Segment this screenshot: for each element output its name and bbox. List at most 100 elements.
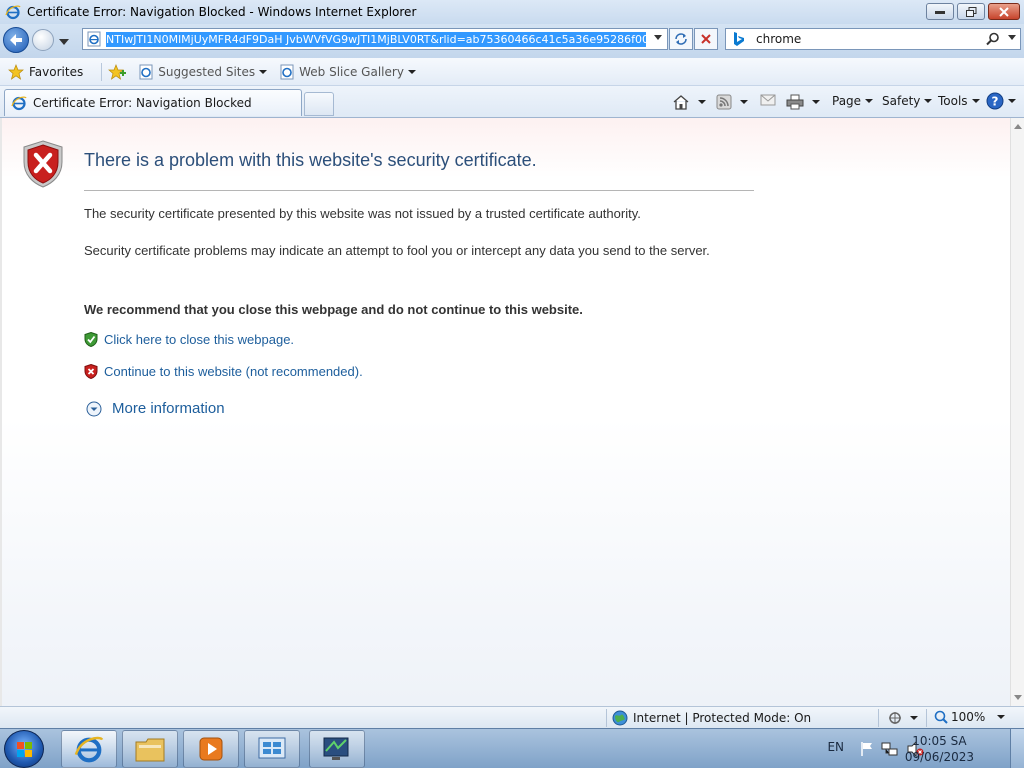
chevron-down-icon [407, 69, 416, 74]
print-button[interactable] [786, 94, 820, 110]
more-information-toggle[interactable]: More information [86, 400, 225, 417]
minimize-button[interactable] [926, 3, 954, 20]
separator [606, 709, 607, 727]
security-zone[interactable]: Internet | Protected Mode: On [612, 710, 811, 726]
refresh-icon [675, 33, 687, 45]
address-dropdown-icon[interactable] [654, 35, 662, 40]
media-player-icon [199, 737, 223, 761]
address-url[interactable]: NTIwJTI1N0MlMjUyMFR4dF9DaH JvbWVfVG9wJTI… [106, 31, 646, 47]
show-desktop-button[interactable] [1010, 729, 1024, 768]
continue-label[interactable]: Continue to this website (not recommende… [104, 364, 363, 379]
separator [926, 709, 927, 727]
ie-logo-icon [5, 5, 21, 20]
taskbar-media-player[interactable] [183, 730, 239, 768]
search-dropdown-icon[interactable] [1008, 35, 1016, 40]
chevron-down-icon [59, 39, 69, 45]
add-to-favorites-bar-button[interactable] [108, 63, 127, 80]
language-indicator[interactable]: EN [827, 740, 844, 754]
taskbar-windows-explorer[interactable] [122, 730, 178, 768]
window-title: Certificate Error: Navigation Blocked - … [27, 5, 417, 19]
vertical-scrollbar[interactable] [1010, 118, 1024, 706]
close-webpage-link[interactable]: Click here to close this webpage. [84, 332, 294, 347]
restore-button[interactable] [957, 3, 985, 20]
action-center-flag-icon[interactable] [859, 741, 875, 757]
stop-icon [701, 34, 711, 44]
tab-certificate-error[interactable]: Certificate Error: Navigation Blocked [4, 89, 302, 116]
safety-menu[interactable]: Safety [882, 94, 933, 108]
gear-globe-icon [889, 712, 901, 724]
recent-pages-dropdown[interactable] [59, 34, 69, 48]
page-title: There is a problem with this website's s… [84, 150, 537, 170]
page-menu-label: Page [832, 94, 862, 108]
address-toolbar: NTIwJTI1N0MlMjUyMFR4dF9DaH JvbWVfVG9wJTI… [0, 24, 1024, 58]
stop-button[interactable] [694, 28, 718, 50]
popup-blocker-button[interactable] [888, 711, 918, 725]
back-arrow-icon [10, 34, 22, 46]
chevron-down-icon [910, 716, 918, 720]
recommendation-text: We recommend that you close this webpage… [84, 302, 583, 317]
zoom-level: 100% [951, 710, 986, 724]
taskbar-app[interactable] [309, 730, 365, 768]
chevron-down-icon [698, 100, 706, 104]
compatibility-refresh-button[interactable] [669, 28, 693, 50]
tab-title: Certificate Error: Navigation Blocked [33, 96, 252, 110]
zoom-control[interactable]: 100% [934, 710, 1006, 724]
zone-label: Internet | Protected Mode: On [633, 711, 812, 725]
chevron-down-icon [740, 100, 748, 104]
search-icon[interactable] [986, 32, 1000, 46]
chevron-down-icon [812, 100, 820, 104]
globe-icon [612, 710, 628, 726]
web-slice-gallery-label: Web Slice Gallery [299, 64, 404, 79]
svg-text:?: ? [992, 95, 999, 109]
suggested-sites-item[interactable]: Suggested Sites [138, 64, 268, 80]
red-shield-x-icon [84, 364, 98, 379]
page-icon [87, 31, 101, 47]
start-button[interactable] [4, 730, 44, 768]
favorites-button[interactable]: Favorites [8, 63, 84, 80]
help-icon: ? [986, 92, 1004, 110]
new-tab-button[interactable] [304, 92, 334, 116]
cert-not-trusted-text: The security certificate presented by th… [84, 206, 641, 221]
continue-to-website-link[interactable]: Continue to this website (not recommende… [84, 364, 363, 379]
web-slice-gallery-item[interactable]: Web Slice Gallery [279, 64, 416, 80]
network-icon[interactable] [881, 741, 899, 757]
scroll-down-icon[interactable] [1014, 695, 1022, 700]
search-box[interactable]: chrome [725, 28, 1021, 50]
address-bar[interactable]: NTIwJTI1N0MlMjUyMFR4dF9DaH JvbWVfVG9wJTI… [82, 28, 668, 50]
rss-feed-icon [716, 94, 732, 110]
page-menu[interactable]: Page [832, 94, 874, 108]
zoom-icon [934, 710, 948, 724]
clock-time: 10:05 SA [912, 734, 967, 748]
taskbar-control-panel[interactable] [244, 730, 300, 768]
more-information-label[interactable]: More information [112, 400, 225, 417]
add-favorite-icon [108, 63, 127, 80]
tab-bar: Certificate Error: Navigation Blocked Pa… [0, 86, 1024, 118]
home-button[interactable] [672, 94, 706, 110]
mail-icon [760, 94, 776, 106]
page-content: There is a problem with this website's s… [0, 118, 1024, 706]
forward-button[interactable] [32, 29, 54, 51]
safety-menu-label: Safety [882, 94, 921, 108]
search-input[interactable]: chrome [756, 32, 801, 46]
suggested-sites-label: Suggested Sites [158, 64, 256, 79]
separator [101, 62, 103, 81]
close-window-button[interactable] [988, 3, 1020, 20]
help-menu[interactable]: ? [986, 92, 1016, 110]
read-mail-button[interactable] [760, 94, 776, 106]
favorites-label: Favorites [29, 64, 84, 79]
chevron-down-icon [924, 99, 933, 103]
chevron-down-icon [1008, 99, 1016, 103]
chevron-down-icon [971, 99, 980, 103]
restore-icon [965, 6, 976, 17]
back-button[interactable] [3, 27, 29, 53]
ie-logo-icon [74, 736, 104, 763]
home-icon [673, 95, 689, 110]
close-webpage-label[interactable]: Click here to close this webpage. [104, 332, 294, 347]
scroll-up-icon[interactable] [1014, 124, 1022, 129]
system-clock[interactable]: 10:05 SA 09/06/2023 [905, 733, 974, 765]
ie-page-icon [280, 64, 294, 79]
taskbar-internet-explorer[interactable] [61, 730, 117, 768]
feeds-button[interactable] [716, 94, 748, 110]
tools-menu[interactable]: Tools [938, 94, 980, 108]
windows-taskbar: EN 10:05 SA 09/06/2023 [0, 728, 1024, 768]
